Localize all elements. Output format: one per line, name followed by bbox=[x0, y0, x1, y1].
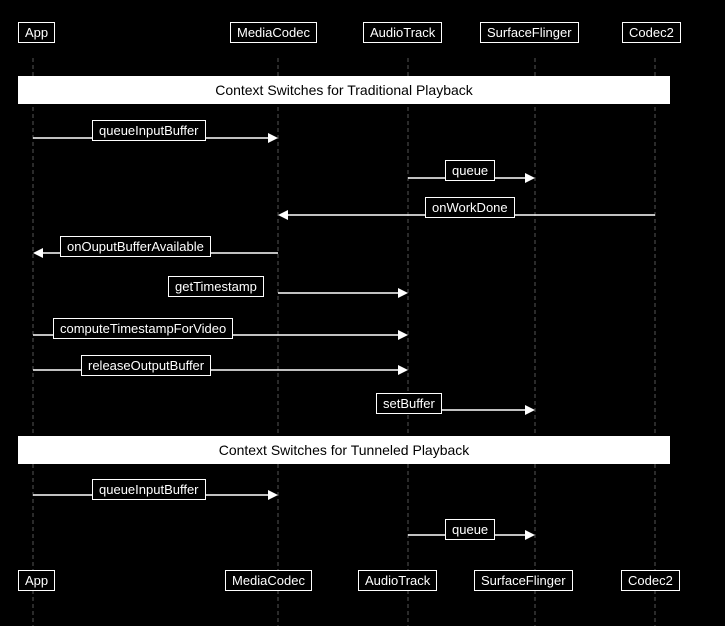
msg-releaseoutputbuffer: releaseOutputBuffer bbox=[81, 355, 211, 376]
actor-app-top: App bbox=[18, 22, 55, 43]
section-traditional: Context Switches for Traditional Playbac… bbox=[18, 76, 670, 104]
actor-codec2-bottom: Codec2 bbox=[621, 570, 680, 591]
actor-audiotrack-bottom: AudioTrack bbox=[358, 570, 437, 591]
msg-queue-1: queue bbox=[445, 160, 495, 181]
actor-mediacodec-top: MediaCodec bbox=[230, 22, 317, 43]
actor-codec2-top: Codec2 bbox=[622, 22, 681, 43]
msg-computetimestamp: computeTimestampForVideo bbox=[53, 318, 233, 339]
actor-surfaceflinger-bottom: SurfaceFlinger bbox=[474, 570, 573, 591]
msg-setbuffer: setBuffer bbox=[376, 393, 442, 414]
actor-audiotrack-top: AudioTrack bbox=[363, 22, 442, 43]
msg-gettimestamp: getTimestamp bbox=[168, 276, 264, 297]
msg-onworkdone: onWorkDone bbox=[425, 197, 515, 218]
actor-mediacodec-bottom: MediaCodec bbox=[225, 570, 312, 591]
actor-surfaceflinger-top: SurfaceFlinger bbox=[480, 22, 579, 43]
section-tunneled: Context Switches for Tunneled Playback bbox=[18, 436, 670, 464]
msg-queue-2: queue bbox=[445, 519, 495, 540]
msg-queueinputbuffer-2: queueInputBuffer bbox=[92, 479, 206, 500]
actor-app-bottom: App bbox=[18, 570, 55, 591]
msg-onouputbufferavailable: onOuputBufferAvailable bbox=[60, 236, 211, 257]
msg-queueinputbuffer-1: queueInputBuffer bbox=[92, 120, 206, 141]
diagram: App MediaCodec AudioTrack SurfaceFlinger… bbox=[0, 0, 725, 626]
